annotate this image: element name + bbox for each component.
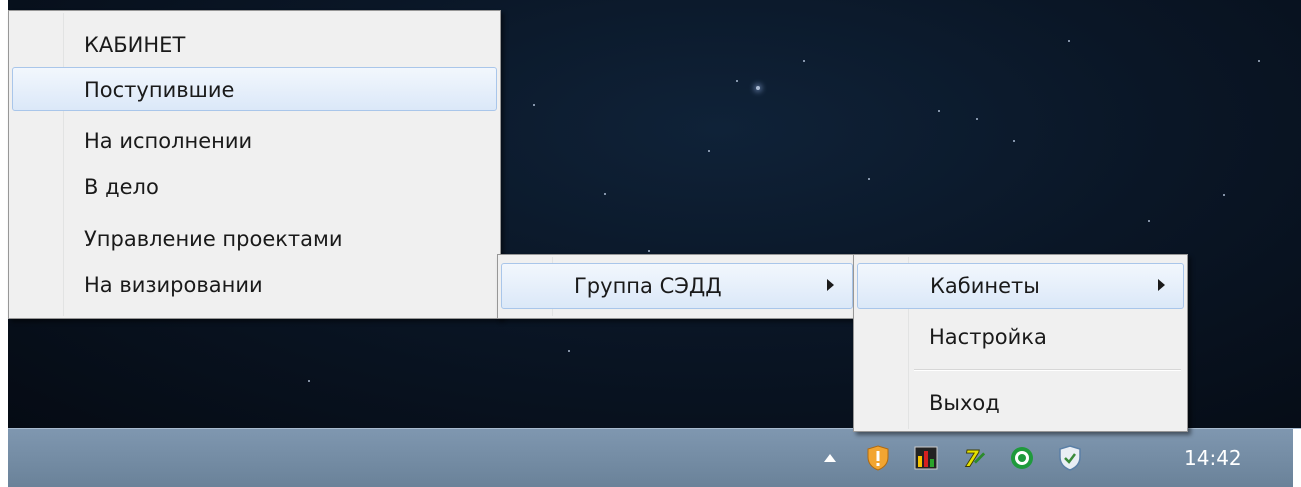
notification-area: 7 [818,429,1106,487]
menu-item-on-approval[interactable]: На визировании [12,263,497,307]
taskbar: 7 14:42 [8,428,1301,487]
menu-item-label: Поступившие [84,78,235,102]
menu-item-to-file[interactable]: В дело [12,165,497,209]
green-target-icon[interactable] [1010,446,1034,470]
tray-context-menu: Кабинеты Настройка Выход [853,254,1188,432]
menu-item-label: На исполнении [84,129,253,153]
menu-item-label: Управление проектами [84,227,343,251]
menu-item-label: В дело [84,175,159,199]
menu-item-settings[interactable]: Настройка [857,315,1184,359]
bar-chart-app-icon[interactable] [914,446,938,470]
menu-item-label: КАБИНЕТ [84,33,186,57]
cabinet-menu: КАБИНЕТ Поступившие На исполнении В дело… [8,10,501,319]
group-menu: Группа СЭДД [497,254,857,319]
menu-item-label: Группа СЭДД [574,274,722,298]
menu-item-group-sedd[interactable]: Группа СЭДД [501,263,853,309]
menu-item-label: Выход [929,391,1000,415]
menu-item-exit[interactable]: Выход [857,381,1184,425]
menu-item-label: Кабинеты [930,274,1040,298]
menu-item-label: Настройка [929,325,1047,349]
menu-item-incoming[interactable]: Поступившие [12,67,497,111]
menu-item-cabinet-header[interactable]: КАБИНЕТ [12,23,497,67]
shield-warning-icon[interactable] [866,445,890,471]
show-hidden-icons-arrow-icon[interactable] [818,446,842,470]
submenu-arrow-icon [827,279,834,291]
menu-item-cabinets[interactable]: Кабинеты [857,263,1184,309]
menu-separator [914,369,1181,371]
seven-app-icon[interactable]: 7 [962,446,986,471]
menu-item-project-management[interactable]: Управление проектами [12,217,497,261]
menu-item-in-progress[interactable]: На исполнении [12,119,497,163]
menu-item-label: На визировании [84,273,263,297]
taskbar-clock[interactable]: 14:42 [1184,429,1242,487]
submenu-arrow-icon [1158,279,1165,291]
security-shield-icon[interactable] [1058,445,1082,471]
